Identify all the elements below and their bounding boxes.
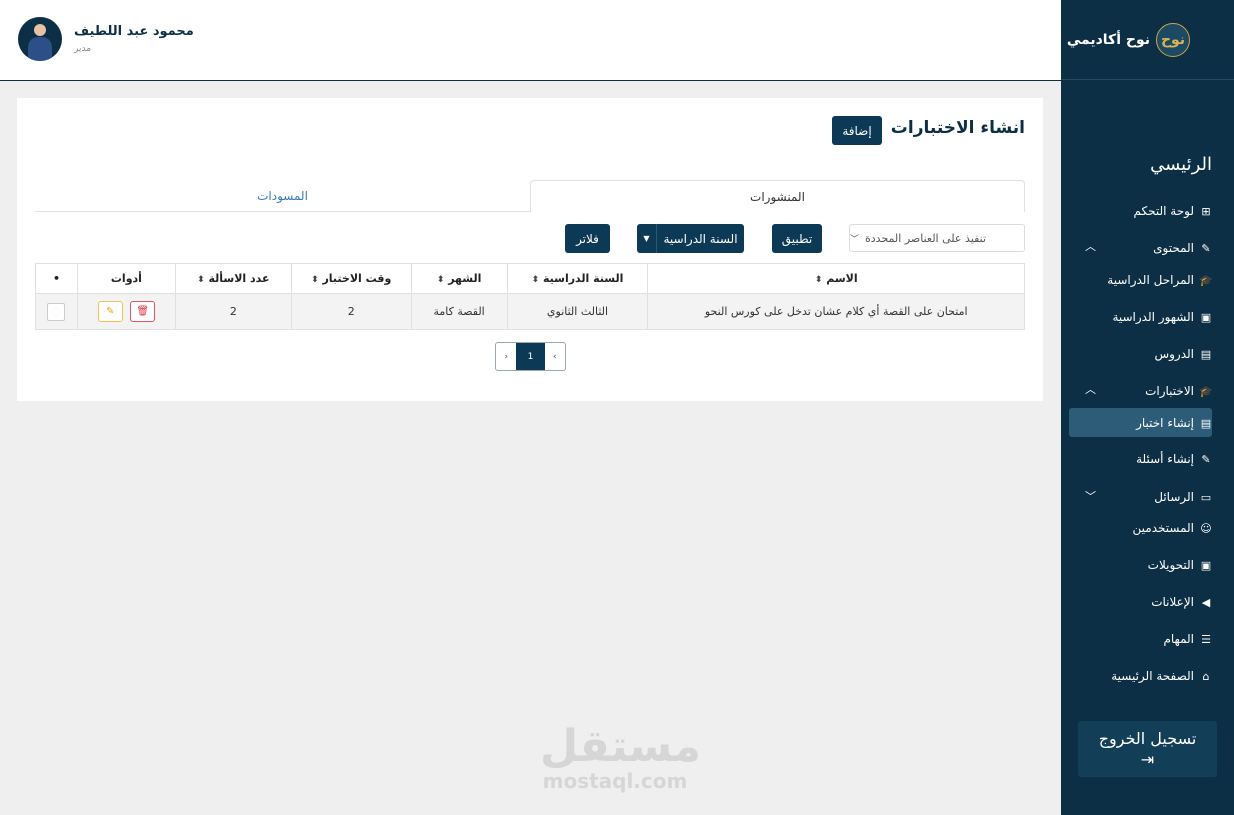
pagination-prev[interactable]: ‹ bbox=[545, 343, 565, 370]
list-icon: ☰ bbox=[1201, 632, 1211, 646]
sidebar-item-tasks[interactable]: ☰ المهام bbox=[1163, 632, 1212, 646]
delete-icon[interactable]: 🗑 bbox=[130, 301, 156, 322]
logout-button[interactable]: تسجيل الخروج ⇥ bbox=[1078, 721, 1217, 777]
graduation-cap-icon: 🎓 bbox=[1199, 273, 1213, 287]
table-header-row: • أدوات ⬍ عدد الاسألة ⬍ وقت الاختبار ⬍ ا… bbox=[35, 263, 1025, 294]
caret-down-icon: ▼ bbox=[637, 224, 657, 253]
row-checkbox-cell bbox=[35, 293, 78, 330]
sidebar-item-users[interactable]: ☺ المستخدمين bbox=[1133, 521, 1212, 535]
user-name: محمود عبد اللطيف bbox=[74, 24, 194, 39]
watermark-en: mostaql.com bbox=[542, 769, 688, 793]
pencil-icon: ✎ bbox=[1201, 452, 1211, 466]
brand-name: نوح أكاديمي bbox=[1066, 31, 1150, 48]
user-role: مدير bbox=[74, 44, 92, 54]
sidebar-item-exams[interactable]: 🎓 الاختبارات bbox=[1145, 384, 1213, 398]
save-icon: ▣ bbox=[1200, 310, 1212, 324]
sidebar-item-dashboard[interactable]: ⊞ لوحة التحكم bbox=[1134, 204, 1213, 218]
tab-published[interactable]: المنشورات bbox=[530, 180, 1025, 212]
brand-logo: نوح bbox=[1156, 22, 1190, 57]
header-tools: أدوات bbox=[76, 263, 176, 294]
avatar[interactable] bbox=[18, 17, 62, 61]
pagination-current[interactable]: 1 bbox=[516, 343, 545, 370]
cell-name: امتحان على القصة أي كلام عشان تدخل على ك… bbox=[647, 293, 1025, 330]
header-exam-time[interactable]: ⬍ وقت الاختبار bbox=[290, 263, 412, 294]
sidebar-item-content[interactable]: ✎ المحتوى bbox=[1153, 241, 1212, 255]
sidebar-item-create-questions[interactable]: ✎ إنشاء أسئلة bbox=[1136, 452, 1212, 466]
chevron-up-icon[interactable]: ︿ bbox=[1085, 381, 1096, 397]
file-icon: ▤ bbox=[1200, 347, 1212, 361]
sort-icon: ⬍ bbox=[311, 275, 319, 285]
sidebar-section-title: الرئيسي bbox=[1150, 154, 1212, 175]
chevron-up-icon[interactable]: ︿ bbox=[1085, 238, 1096, 254]
grid-icon: ⊞ bbox=[1201, 204, 1211, 218]
top-bar: محمود عبد اللطيف مدير bbox=[0, 0, 1061, 81]
watermark: مستقل mostaql.com bbox=[540, 721, 701, 794]
logout-icon: ⇥ bbox=[1140, 750, 1155, 769]
money-icon: ▣ bbox=[1200, 558, 1212, 572]
cell-question-count: 2 bbox=[174, 293, 292, 330]
bulk-action-select[interactable]: تنفيذ على العناصر المحددة ﹀ bbox=[849, 224, 1025, 252]
sidebar-item-home[interactable]: ⌂ الصفحة الرئيسية bbox=[1111, 669, 1212, 683]
sort-icon: ⬍ bbox=[814, 275, 823, 285]
sidebar-item-transfers[interactable]: ▣ التحويلات bbox=[1148, 558, 1212, 572]
select-all-column[interactable]: • bbox=[35, 263, 78, 294]
file-icon: ▤ bbox=[1200, 416, 1212, 430]
sort-icon: ⬍ bbox=[197, 275, 205, 285]
sidebar-item-lessons[interactable]: ▤ الدروس bbox=[1154, 347, 1212, 361]
graduation-cap-icon: 🎓 bbox=[1199, 384, 1213, 398]
cell-month: القصة كامة bbox=[410, 293, 508, 330]
table-row: ✎ 🗑 2 2 القصة كامة الثالث الثانوي امتحان… bbox=[35, 293, 1025, 330]
message-icon: ▭ bbox=[1200, 490, 1212, 504]
sidebar: نوح أكاديمي نوح الرئيسي ⊞ لوحة التحكم ✎ … bbox=[1061, 0, 1234, 815]
sidebar-item-months[interactable]: ▣ الشهور الدراسية bbox=[1112, 310, 1212, 324]
row-tools: ✎ 🗑 bbox=[76, 293, 176, 330]
exams-table: • أدوات ⬍ عدد الاسألة ⬍ وقت الاختبار ⬍ ا… bbox=[35, 263, 1025, 330]
chevron-down-icon[interactable]: ﹀ bbox=[1085, 488, 1096, 504]
header-year[interactable]: ⬍ السنة الدراسية bbox=[506, 263, 649, 294]
user-icon: ☺ bbox=[1200, 521, 1212, 535]
cell-exam-time: 2 bbox=[290, 293, 412, 330]
page-title: انشاء الاختبارات bbox=[890, 118, 1025, 138]
home-icon: ⌂ bbox=[1202, 669, 1210, 683]
apply-button[interactable]: تطبيق bbox=[772, 224, 822, 253]
tab-drafts[interactable]: المسودات bbox=[35, 180, 530, 212]
sidebar-brand[interactable]: نوح أكاديمي نوح bbox=[1061, 0, 1234, 80]
filters-button[interactable]: فلاتر bbox=[565, 224, 610, 253]
sidebar-item-stages[interactable]: 🎓 المراحل الدراسية bbox=[1107, 273, 1213, 287]
sort-icon: ⬍ bbox=[436, 275, 445, 285]
row-checkbox[interactable] bbox=[47, 302, 66, 321]
year-filter-label: السنة الدراسية bbox=[663, 231, 738, 246]
pencil-icon: ✎ bbox=[1201, 241, 1211, 255]
sidebar-item-messages[interactable]: ▭ الرسائل bbox=[1154, 490, 1212, 504]
megaphone-icon: ◀ bbox=[1201, 595, 1211, 609]
pagination: › 1 ‹ bbox=[495, 342, 566, 371]
sort-icon: ⬍ bbox=[531, 275, 540, 285]
pagination-next[interactable]: › bbox=[496, 343, 516, 370]
header-name[interactable]: ⬍ الاسم bbox=[647, 263, 1025, 294]
sidebar-item-create-exam[interactable]: ▤ إنشاء اختبار bbox=[1136, 416, 1212, 430]
cell-year: الثالث الثانوي bbox=[506, 293, 649, 330]
header-question-count[interactable]: ⬍ عدد الاسألة bbox=[174, 263, 292, 294]
sidebar-item-ads[interactable]: ◀ الإعلانات bbox=[1151, 595, 1212, 609]
header-month[interactable]: ⬍ الشهر bbox=[410, 263, 508, 294]
year-filter-dropdown[interactable]: ▼ السنة الدراسية bbox=[637, 224, 744, 253]
logout-label: تسجيل الخروج bbox=[1098, 729, 1197, 748]
bulk-action-label: تنفيذ على العناصر المحددة bbox=[865, 231, 987, 245]
watermark-ar: مستقل bbox=[540, 721, 701, 772]
edit-icon[interactable]: ✎ bbox=[97, 301, 123, 322]
add-button[interactable]: إضافة bbox=[832, 116, 882, 145]
chevron-down-icon: ﹀ bbox=[850, 234, 860, 245]
exams-card: انشاء الاختبارات إضافة المنشورات المسودا… bbox=[17, 98, 1043, 401]
